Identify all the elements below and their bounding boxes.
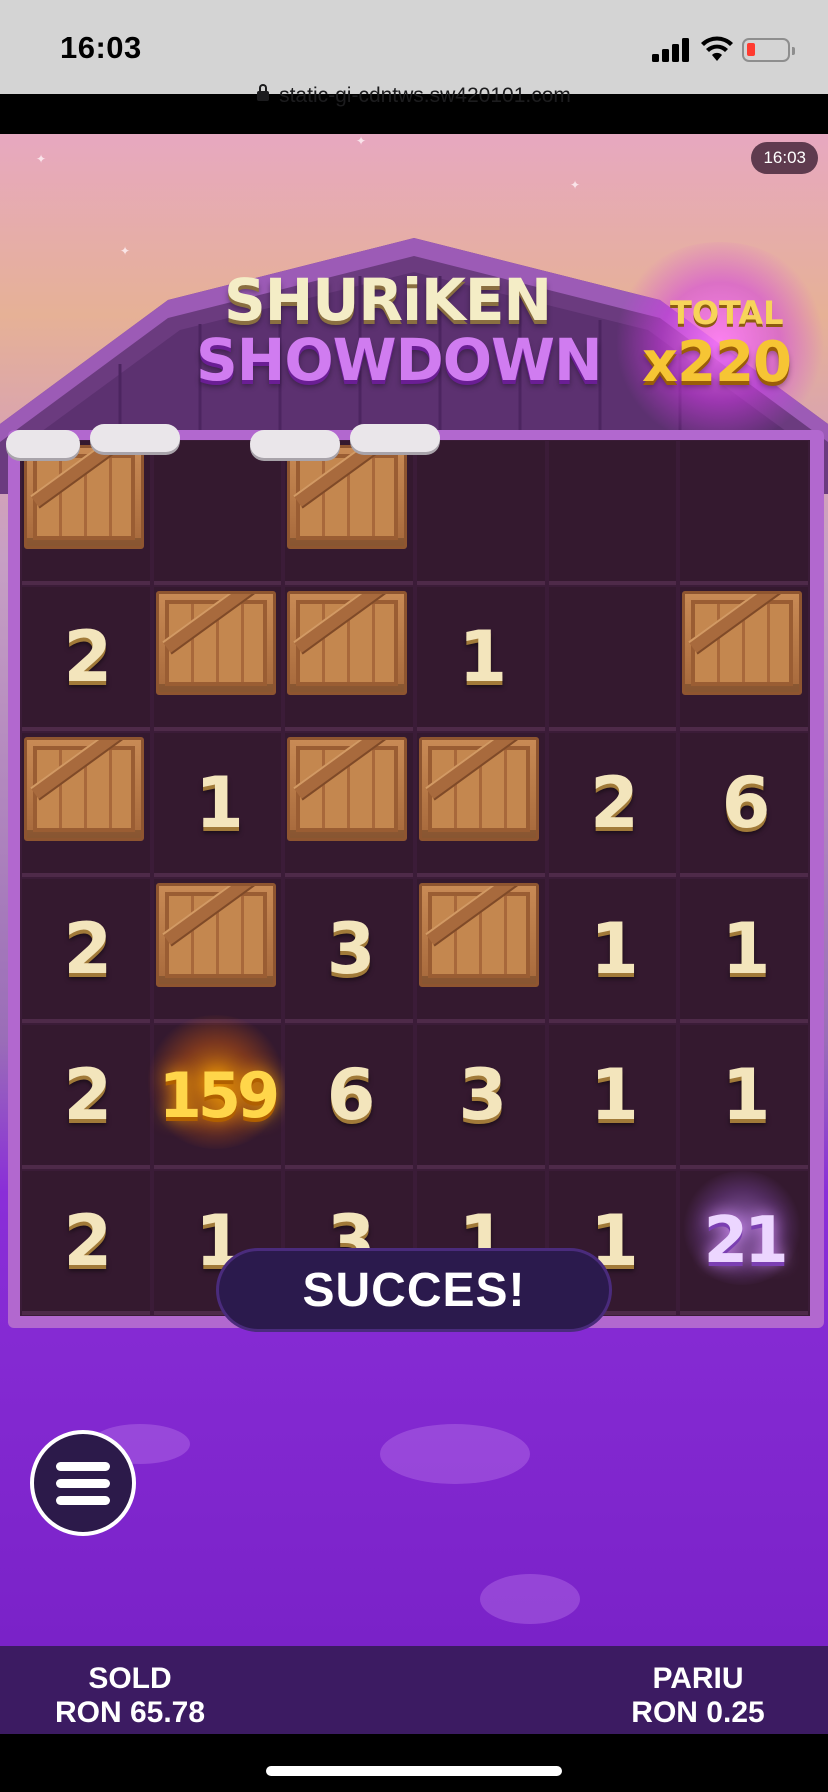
- grid-cell: 3: [285, 879, 413, 1023]
- grid-cell: 1: [153, 733, 282, 877]
- grid-cell: 3: [417, 1025, 545, 1169]
- wooden-crate-icon: [287, 445, 408, 549]
- grid-cell: 1: [680, 879, 808, 1023]
- grid-cell: 1: [548, 1025, 677, 1169]
- lock-icon: [257, 84, 270, 101]
- grid-cell: [417, 879, 545, 1023]
- multiplier-value: 2: [63, 1200, 112, 1282]
- multiplier-value: 1: [590, 1054, 639, 1136]
- grid-cell: 2: [22, 879, 150, 1023]
- wooden-crate-icon: [24, 737, 144, 841]
- menu-button[interactable]: [30, 1430, 136, 1536]
- bet-label: PARIU: [652, 1662, 744, 1695]
- wooden-crate-icon: [287, 591, 408, 695]
- multiplier-value: 6: [326, 1054, 376, 1136]
- game-grid: 2 1 1 2 6 2 3 1 1 2 159 6 3 1 1 2 1 3 1 1 21: [20, 440, 810, 1316]
- hamburger-menu-icon: [56, 1461, 110, 1471]
- multiplier-value: 2: [63, 616, 112, 698]
- grid-cell: [417, 733, 545, 877]
- multiplier-value: 2: [63, 908, 112, 990]
- grid-cell: [548, 587, 677, 731]
- total-multiplier-label: TOTAL: [670, 294, 784, 332]
- wifi-icon: [701, 36, 733, 61]
- cloud-icon: [90, 424, 180, 452]
- multiplier-value: 2: [63, 1054, 112, 1136]
- hamburger-menu-icon: [56, 1495, 110, 1505]
- grid-cell: [153, 879, 282, 1023]
- game-area[interactable]: ✦ ✦ ✦ ✦ 16:03 SHURiKEN SHOWDOWN TOTAL x2…: [0, 134, 828, 1646]
- multiplier-value: 159: [158, 1058, 280, 1132]
- grid-cell: 159: [143, 1015, 288, 1169]
- puddle-decoration: [480, 1574, 580, 1624]
- home-indicator[interactable]: [266, 1766, 562, 1776]
- grid-cell: [285, 733, 413, 877]
- grid-cell: [417, 441, 545, 585]
- status-bar: 16:03 static-gi-cdntws.sw420101.com: [0, 0, 828, 107]
- result-message: SUCCES!: [302, 1263, 526, 1317]
- grid-cell: 1: [548, 879, 677, 1023]
- multiplier-value: 1: [721, 908, 771, 990]
- url-bar[interactable]: static-gi-cdntws.sw420101.com: [0, 84, 828, 108]
- home-area: [0, 1734, 828, 1792]
- game-clock-badge: 16:03: [751, 142, 818, 174]
- hamburger-menu-icon: [56, 1478, 110, 1488]
- wooden-crate-icon: [155, 883, 276, 987]
- grid-cell: [153, 587, 282, 731]
- sparkle-icon: ✦: [36, 152, 47, 166]
- balance-value: RON 65.78: [54, 1696, 206, 1729]
- cloud-icon: [6, 430, 80, 458]
- wooden-crate-icon: [155, 591, 276, 695]
- url-text: static-gi-cdntws.sw420101.com: [279, 84, 571, 107]
- wooden-crate-icon: [682, 591, 803, 695]
- game-title-line1: SHURiKEN: [224, 266, 552, 334]
- grid-cell: 6: [680, 733, 808, 877]
- grid-cell: 2: [548, 733, 677, 877]
- sparkle-icon: ✦: [356, 134, 367, 148]
- bet-value: RON 0.25: [631, 1696, 765, 1729]
- multiplier-value: 2: [590, 762, 639, 844]
- multiplier-value: 1: [721, 1054, 771, 1136]
- multiplier-value: 3: [326, 908, 376, 990]
- puddle-decoration: [380, 1424, 530, 1484]
- grid-cell: [22, 733, 150, 877]
- result-banner: SUCCES!: [216, 1248, 612, 1332]
- game-title-line2: SHOWDOWN: [196, 326, 603, 394]
- balance-label: SOLD: [88, 1662, 172, 1695]
- wooden-crate-icon: [24, 445, 144, 549]
- multiplier-value: 6: [721, 762, 771, 844]
- grid-cell: 2: [22, 1025, 150, 1169]
- grid-cell: [285, 587, 413, 731]
- total-multiplier-value: x220: [642, 330, 792, 395]
- grid-cell: 6: [285, 1025, 413, 1169]
- grid-cell: 2: [22, 587, 150, 731]
- grid-cell: [285, 441, 413, 585]
- wooden-crate-icon: [419, 737, 539, 841]
- sparkle-icon: ✦: [570, 178, 581, 192]
- grid-cell: [680, 441, 808, 585]
- multiplier-value: 3: [458, 1054, 507, 1136]
- cloud-icon: [250, 430, 340, 458]
- grid-cell: [153, 441, 282, 585]
- multiplier-value: 1: [195, 762, 244, 844]
- grid-cell: 2: [22, 1171, 150, 1315]
- grid-cell: 1: [680, 1025, 808, 1169]
- multiplier-value: 21: [703, 1204, 789, 1278]
- multiplier-value: 1: [458, 616, 507, 698]
- multiplier-value: 1: [590, 908, 639, 990]
- grid-cell: [680, 587, 808, 731]
- wooden-crate-icon: [419, 883, 539, 987]
- battery-icon: [742, 38, 795, 62]
- grid-cell: [22, 441, 150, 585]
- info-bar: SOLD RON 65.78 PARIU RON 0.25: [0, 1646, 828, 1734]
- wooden-crate-icon: [287, 737, 408, 841]
- status-time: 16:03: [60, 30, 142, 65]
- cloud-icon: [350, 424, 440, 452]
- grid-cell: 21: [680, 1171, 808, 1315]
- grid-cell: 1: [417, 587, 545, 731]
- grid-cell: [548, 441, 677, 585]
- cellular-signal-icon: [652, 38, 690, 62]
